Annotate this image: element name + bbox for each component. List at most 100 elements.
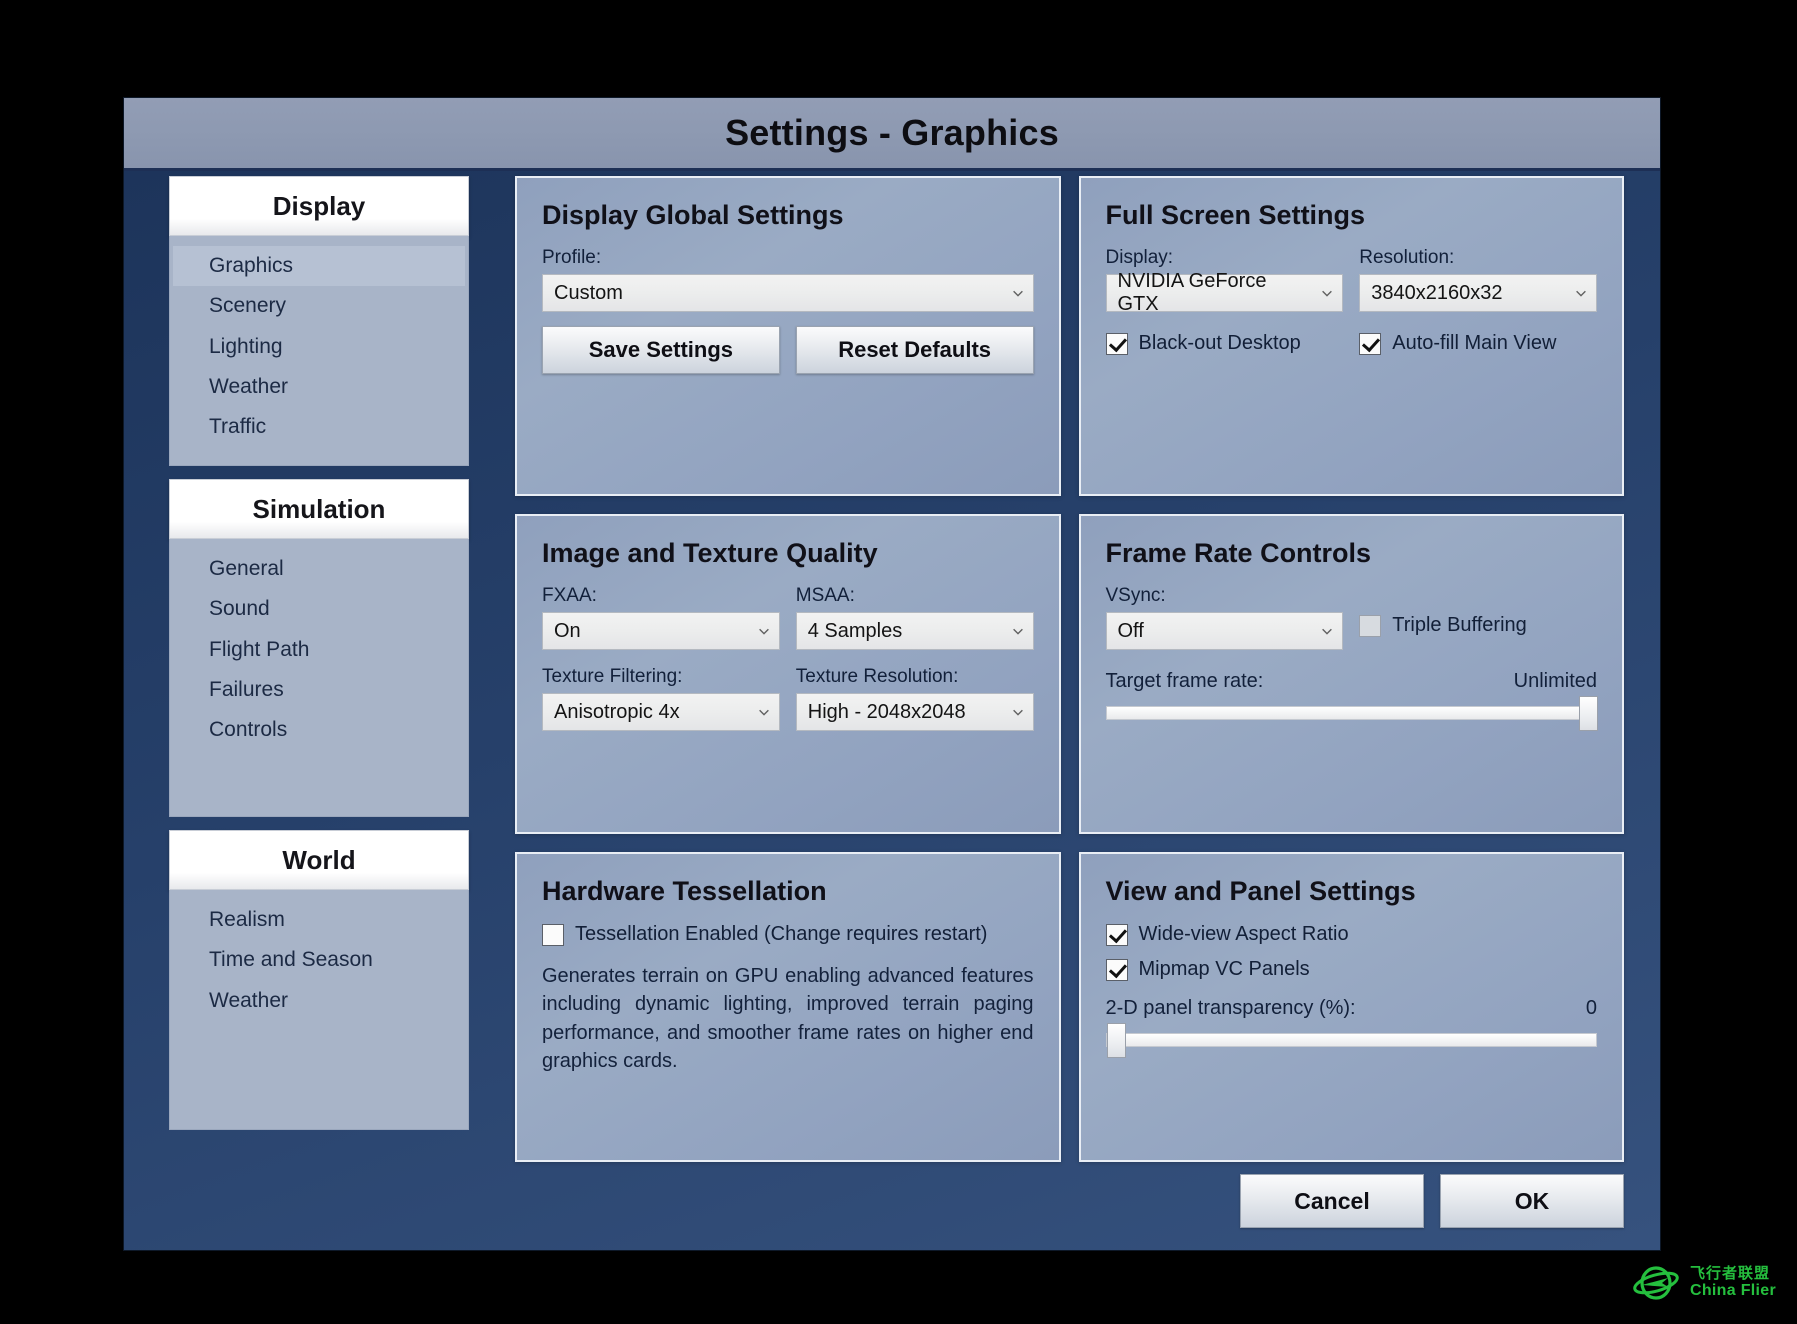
slider-thumb[interactable] bbox=[1579, 696, 1598, 731]
slider-thumb[interactable] bbox=[1106, 1023, 1126, 1058]
watermark-en: China Flier bbox=[1690, 1282, 1776, 1300]
texture-filtering-label: Texture Filtering: bbox=[542, 666, 683, 687]
chevron-down-icon bbox=[758, 709, 769, 716]
sidebar-header-simulation: Simulation bbox=[169, 479, 469, 539]
wide-view-aspect-ratio-checkbox-row[interactable]: Wide-view Aspect Ratio bbox=[1105, 923, 1598, 946]
resolution-select[interactable]: 3840x2160x32 bbox=[1359, 274, 1597, 312]
msaa-select[interactable]: 4 Samples bbox=[795, 612, 1034, 650]
chevron-down-icon bbox=[1012, 290, 1023, 297]
checkbox-icon[interactable] bbox=[1105, 332, 1128, 355]
panel-title-view-panel: View and Panel Settings bbox=[1105, 876, 1416, 906]
checkbox-icon[interactable] bbox=[1359, 615, 1382, 637]
sidebar-group-world: World Realism Time and Season Weather bbox=[169, 830, 469, 1130]
sidebar-item-world-weather[interactable]: Weather bbox=[173, 981, 465, 1021]
sidebar-item-realism[interactable]: Realism bbox=[173, 900, 465, 940]
sidebar-header-world: World bbox=[169, 830, 469, 890]
panel-hardware-tessellation: Hardware Tessellation Tessellation Enabl… bbox=[515, 852, 1061, 1162]
panel-title-image-quality: Image and Texture Quality bbox=[542, 538, 878, 568]
transparency-header: 2-D panel transparency (%): 0 bbox=[1106, 997, 1598, 1020]
sidebar-item-failures[interactable]: Failures bbox=[173, 670, 465, 710]
sidebar-item-sound[interactable]: Sound bbox=[173, 589, 465, 629]
panel-display-global-settings: Display Global Settings Profile: Custom … bbox=[515, 176, 1061, 496]
triple-buffering-checkbox-row[interactable]: Triple Buffering bbox=[1359, 591, 1597, 644]
display-field: Display: NVIDIA GeForce GTX bbox=[1105, 247, 1344, 315]
sidebar-item-weather[interactable]: Weather bbox=[173, 367, 465, 407]
autofill-main-view-checkbox-row[interactable]: Auto-fill Main View bbox=[1359, 332, 1597, 355]
save-settings-button[interactable]: Save Settings bbox=[542, 326, 780, 374]
panel-full-screen-settings: Full Screen Settings Display: NVIDIA GeF… bbox=[1078, 176, 1624, 496]
display-select[interactable]: NVIDIA GeForce GTX bbox=[1105, 270, 1344, 315]
image-quality-row-1: FXAA: On MSAA: 4 Samples bbox=[542, 585, 1034, 650]
msaa-label: MSAA: bbox=[795, 585, 855, 606]
reset-defaults-button[interactable]: Reset Defaults bbox=[795, 326, 1034, 374]
fxaa-select[interactable]: On bbox=[542, 612, 780, 650]
sidebar-item-controls[interactable]: Controls bbox=[173, 710, 465, 750]
checkbox-icon[interactable] bbox=[542, 923, 564, 946]
transparency-slider[interactable] bbox=[1105, 1023, 1597, 1058]
target-frame-rate-value: Unlimited bbox=[1513, 670, 1597, 692]
vsync-select[interactable]: Off bbox=[1105, 612, 1344, 650]
panel-title-tessellation: Hardware Tessellation bbox=[542, 876, 827, 906]
sidebar-item-traffic[interactable]: Traffic bbox=[173, 407, 465, 447]
checkbox-icon[interactable] bbox=[1359, 332, 1382, 355]
sidebar-item-flight-path[interactable]: Flight Path bbox=[173, 630, 465, 670]
vsync-select-value: Off bbox=[1117, 619, 1144, 642]
texture-filtering-select[interactable]: Anisotropic 4x bbox=[542, 693, 780, 731]
fxaa-field: FXAA: On bbox=[542, 585, 780, 650]
chevron-down-icon bbox=[1322, 290, 1333, 297]
msaa-field: MSAA: 4 Samples bbox=[795, 585, 1034, 650]
watermark: 飞行者联盟 China Flier bbox=[1632, 1252, 1782, 1314]
sidebar-list-simulation: General Sound Flight Path Failures Contr… bbox=[169, 539, 469, 817]
display-label: Display: bbox=[1105, 247, 1174, 268]
tessellation-enabled-checkbox-row[interactable]: Tessellation Enabled (Change requires re… bbox=[542, 923, 1034, 946]
sidebar-item-scenery[interactable]: Scenery bbox=[173, 286, 465, 326]
china-flier-logo-icon bbox=[1633, 1266, 1679, 1300]
fxaa-label: FXAA: bbox=[542, 585, 597, 606]
full-screen-selects-row: Display: NVIDIA GeForce GTX Resolution: … bbox=[1105, 247, 1597, 315]
sidebar-header-display: Display bbox=[169, 176, 469, 236]
resolution-field: Resolution: 3840x2160x32 bbox=[1359, 247, 1597, 312]
mipmap-vc-panels-label: Mipmap VC Panels bbox=[1138, 958, 1310, 980]
checkbox-icon[interactable] bbox=[1105, 958, 1128, 981]
chevron-down-icon bbox=[1322, 628, 1333, 635]
panel-image-and-texture-quality: Image and Texture Quality FXAA: On MSAA:… bbox=[515, 514, 1061, 834]
transparency-label: 2-D panel transparency (%): bbox=[1105, 997, 1356, 1019]
sidebar-group-simulation: Simulation General Sound Flight Path Fai… bbox=[169, 479, 469, 817]
ok-button[interactable]: OK bbox=[1440, 1174, 1624, 1228]
texture-filtering-field: Texture Filtering: Anisotropic 4x bbox=[542, 666, 780, 731]
target-frame-rate-header: Target frame rate: Unlimited bbox=[1106, 670, 1598, 693]
msaa-select-value: 4 Samples bbox=[807, 619, 903, 642]
checkbox-icon[interactable] bbox=[1105, 923, 1128, 946]
blackout-desktop-label: Black-out Desktop bbox=[1138, 332, 1301, 354]
texture-resolution-select[interactable]: High - 2048x2048 bbox=[795, 693, 1034, 731]
texture-resolution-label: Texture Resolution: bbox=[795, 666, 959, 687]
mipmap-vc-panels-checkbox-row[interactable]: Mipmap VC Panels bbox=[1105, 958, 1598, 981]
panel-title-display-global: Display Global Settings bbox=[542, 200, 844, 230]
texture-resolution-field: Texture Resolution: High - 2048x2048 bbox=[795, 666, 1034, 731]
title-bar: Settings - Graphics bbox=[124, 98, 1660, 171]
resolution-label: Resolution: bbox=[1359, 247, 1455, 268]
chevron-down-icon bbox=[758, 628, 769, 635]
target-frame-rate-slider[interactable] bbox=[1105, 696, 1598, 731]
panel-grid: Display Global Settings Profile: Custom … bbox=[515, 176, 1624, 1250]
transparency-value: 0 bbox=[1585, 997, 1597, 1019]
profile-select[interactable]: Custom bbox=[542, 274, 1034, 312]
vsync-row: VSync: Off Triple Buffering bbox=[1105, 585, 1598, 650]
display-global-button-row: Save Settings Reset Defaults bbox=[542, 326, 1034, 374]
full-screen-checkbox-row: Black-out Desktop Auto-fill Main View bbox=[1105, 326, 1598, 361]
texture-filtering-select-value: Anisotropic 4x bbox=[554, 700, 680, 723]
image-quality-row-2: Texture Filtering: Anisotropic 4x Textur… bbox=[542, 666, 1034, 731]
sidebar-item-graphics[interactable]: Graphics bbox=[173, 246, 465, 287]
sidebar-item-general[interactable]: General bbox=[173, 549, 465, 589]
blackout-desktop-checkbox-row[interactable]: Black-out Desktop bbox=[1105, 332, 1344, 355]
chevron-down-icon bbox=[1576, 290, 1586, 297]
cancel-button[interactable]: Cancel bbox=[1240, 1174, 1424, 1228]
sidebar-item-lighting[interactable]: Lighting bbox=[173, 327, 465, 367]
wide-view-aspect-ratio-label: Wide-view Aspect Ratio bbox=[1138, 923, 1349, 945]
sidebar-item-time-and-season[interactable]: Time and Season bbox=[173, 940, 465, 980]
watermark-text: 飞行者联盟 China Flier bbox=[1690, 1265, 1776, 1301]
tessellation-description: Generates terrain on GPU enabling advanc… bbox=[542, 965, 1034, 1073]
triple-buffering-label: Triple Buffering bbox=[1392, 614, 1527, 636]
panel-title-full-screen: Full Screen Settings bbox=[1105, 200, 1366, 230]
sidebar: Display Graphics Scenery Lighting Weathe… bbox=[169, 176, 469, 1250]
